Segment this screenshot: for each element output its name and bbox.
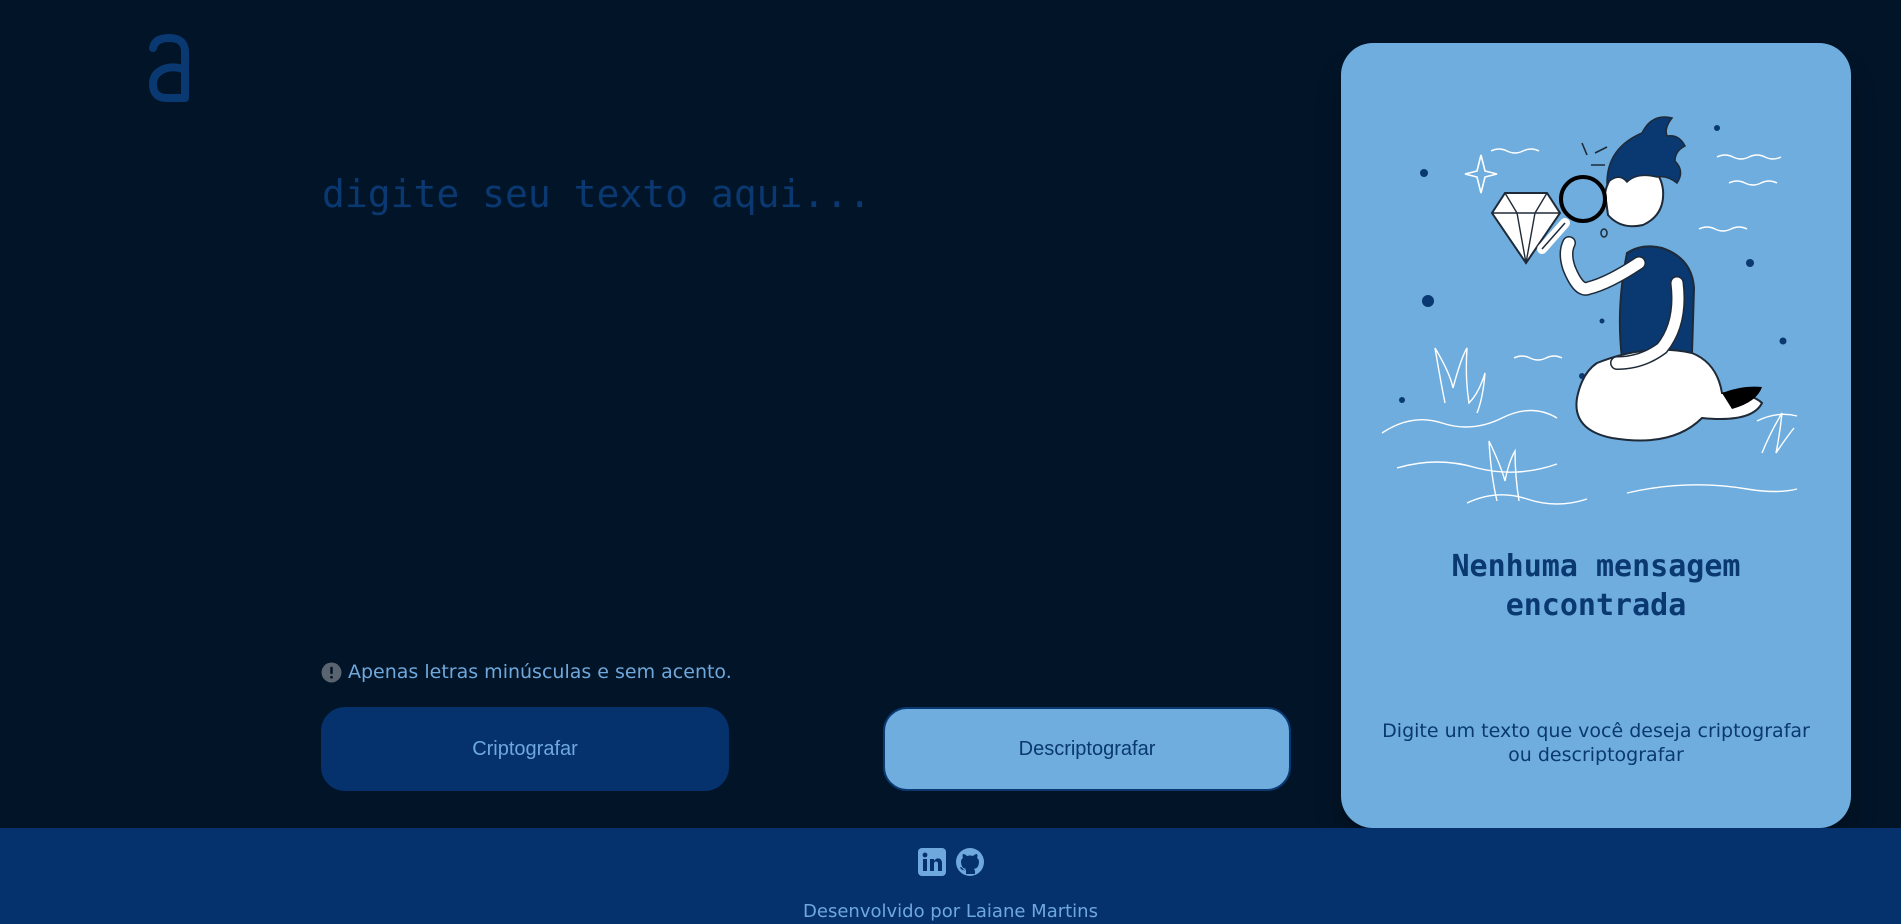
hint-text: Apenas letras minúsculas e sem acento. [348,661,732,683]
decrypt-button[interactable]: Descriptografar [883,707,1291,791]
footer-credit: Desenvolvido por Laiane Martins [803,901,1098,922]
output-title: Nenhuma mensagem encontrada [1451,549,1741,623]
text-input[interactable] [322,172,1282,632]
github-icon[interactable] [955,847,985,877]
output-description: Digite um texto que você deseja criptogr… [1382,720,1810,766]
exclamation-circle-icon [321,662,342,682]
social-links [917,847,985,877]
person-with-magnifying-glass-illustration [1381,116,1798,505]
linkedin-icon[interactable] [917,847,947,877]
input-hint: Apenas letras minúsculas e sem acento. [321,661,732,683]
encrypt-button[interactable]: Criptografar [321,707,729,791]
output-panel: Nenhuma mensagem encontrada Digite um te… [1341,43,1851,828]
alura-logo-icon[interactable] [145,34,193,102]
